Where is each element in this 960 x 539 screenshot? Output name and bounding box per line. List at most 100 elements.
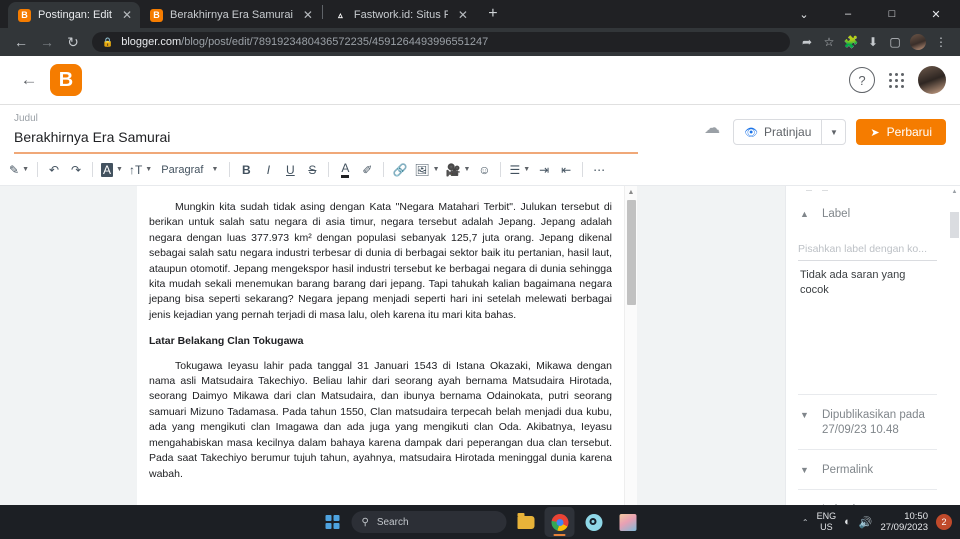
underline-icon[interactable]: U: [279, 158, 301, 182]
post-title-underline: [14, 152, 638, 154]
reload-button[interactable]: ↻: [60, 29, 86, 55]
volume-icon[interactable]: 🔊: [859, 516, 873, 529]
restore-caret-icon[interactable]: ⌄: [782, 0, 826, 28]
tab-title: Postingan: Edit: [38, 9, 112, 21]
post-body-editor[interactable]: Mungkin kita sudah tidak asing dengan Ka…: [137, 186, 637, 505]
new-tab-button[interactable]: +: [480, 1, 506, 27]
close-window-button[interactable]: ✕: [914, 0, 958, 28]
url-path: /blog/post/edit/7891923480436572235/4591…: [181, 36, 489, 48]
window-controls: ⌄ – □ ✕: [782, 0, 960, 28]
search-icon: ⚲: [361, 516, 369, 528]
language-indicator[interactable]: ENG US: [817, 511, 837, 533]
taskbar-clock[interactable]: 10:50 27/09/2023: [880, 511, 928, 533]
font-family-icon[interactable]: A ▼: [98, 158, 126, 182]
sidebar-section-published-on[interactable]: ▼ Dipublikasikan pada 27/09/23 10.48: [798, 395, 937, 449]
forward-button[interactable]: →: [34, 29, 60, 55]
label-input[interactable]: Pisahkan label dengan ko...: [798, 239, 937, 261]
indent-decrease-icon[interactable]: ⇤: [555, 158, 577, 182]
scrollbar-thumb[interactable]: [627, 200, 636, 305]
browser-tab-2[interactable]: ▵ Fastwork.id: Situs Freelance Onlin ✕: [324, 2, 476, 28]
taskbar-app-steam[interactable]: [579, 507, 609, 537]
taskbar-search-input[interactable]: ⚲ Search: [351, 511, 507, 533]
highlight-color-icon[interactable]: ✐: [356, 158, 378, 182]
sidebar-section-permalink[interactable]: ▼ Permalink: [798, 450, 937, 489]
help-icon[interactable]: ?: [849, 67, 875, 93]
omnibox-actions: ➦ ☆ 🧩 ⬇ ▢ ⋮: [796, 31, 952, 53]
tab-close-icon[interactable]: ✕: [456, 8, 470, 22]
tray-overflow-chevron-icon[interactable]: ⌃: [802, 518, 809, 527]
blogger-header: ← B ?: [0, 56, 960, 104]
browser-tab-0[interactable]: B Postingan: Edit ✕: [8, 2, 140, 28]
body-heading-1[interactable]: Latar Belakang Clan Tokugawa: [149, 334, 612, 349]
address-bar[interactable]: 🔒 blogger.com/blog/post/edit/78919234804…: [92, 32, 790, 52]
text-color-icon[interactable]: A: [334, 158, 356, 182]
sidebar-section-location[interactable]: ▼ Lokasi: [798, 490, 937, 505]
scroll-up-arrow-icon[interactable]: ▲: [625, 186, 637, 199]
scrollbar-thumb[interactable]: [950, 212, 959, 238]
preview-split-button[interactable]: 👁 Pratinjau ▼: [733, 119, 847, 145]
indent-increase-icon[interactable]: ⇥: [533, 158, 555, 182]
share-icon[interactable]: ➦: [796, 31, 818, 53]
back-button[interactable]: ←: [8, 29, 34, 55]
strikethrough-icon[interactable]: S: [301, 158, 323, 182]
post-title-label: Judul: [14, 113, 38, 124]
toolbar-separator: [582, 162, 584, 177]
start-icon[interactable]: [318, 507, 348, 537]
extensions-puzzle-icon[interactable]: 🧩: [840, 31, 862, 53]
taskbar-app-google-chrome[interactable]: [544, 507, 575, 537]
bold-icon[interactable]: B: [235, 158, 257, 182]
maximize-button[interactable]: □: [870, 0, 914, 28]
post-body-content[interactable]: Mungkin kita sudah tidak asing dengan Ka…: [137, 186, 624, 505]
tab-close-icon[interactable]: ✕: [301, 8, 315, 22]
body-paragraph-2[interactable]: Tokugawa Ieyasu lahir pada tanggal 31 Ja…: [149, 359, 612, 482]
insert-video-icon[interactable]: 🎥 ▼: [443, 158, 474, 182]
preview-button[interactable]: 👁 Pratinjau: [734, 120, 821, 144]
sidebar-scrollbar[interactable]: ▲ ▼: [949, 186, 960, 505]
label-suggestion-text: Tidak ada saran yang cocok: [800, 269, 906, 296]
notification-badge[interactable]: 2: [936, 514, 952, 530]
post-body-scrollbar[interactable]: ▲ ▼: [624, 186, 637, 505]
sidebar-panel-icon[interactable]: ▢: [884, 31, 906, 53]
taskbar-app-anime[interactable]: [613, 507, 643, 537]
label-section-spacer: [798, 298, 937, 394]
post-title-field[interactable]: Judul Berakhirnya Era Samurai: [14, 113, 701, 154]
cloud-saved-icon: ☁: [704, 120, 721, 137]
insert-image-icon[interactable]: 🖼 ▼: [411, 158, 442, 182]
text-align-icon[interactable]: ☰ ▼: [506, 158, 533, 182]
toolbar-separator: [328, 162, 330, 177]
apps-grid-icon[interactable]: [889, 72, 904, 88]
scroll-up-arrow-icon[interactable]: ▲: [949, 186, 960, 197]
preview-label: Pratinjau: [764, 125, 812, 139]
account-avatar[interactable]: [918, 66, 946, 94]
chrome-menu-icon[interactable]: ⋮: [930, 31, 952, 53]
wifi-icon[interactable]: ◐: [844, 516, 851, 528]
system-tray: ⌃ ENG US ◐ 🔊 10:50 27/09/2023 2: [802, 511, 960, 533]
insert-link-icon[interactable]: 🔗: [389, 158, 411, 182]
post-title-input[interactable]: Berakhirnya Era Samurai: [14, 124, 701, 152]
lock-icon: 🔒: [102, 36, 114, 47]
preview-dropdown-caret-icon[interactable]: ▼: [821, 120, 845, 144]
blogger-back-button[interactable]: ←: [14, 65, 44, 95]
bookmark-star-icon[interactable]: ☆: [818, 31, 840, 53]
sidebar-section-label[interactable]: ▲ Label: [798, 194, 937, 233]
redo-icon[interactable]: ↷: [65, 158, 87, 182]
toolbar-separator: [37, 162, 38, 177]
italic-icon[interactable]: I: [257, 158, 279, 182]
more-options-icon[interactable]: ⋯: [588, 158, 610, 182]
windows-taskbar: ⚲ Search ⌃ ENG US ◐ 🔊 10:50 27/09/2023 2: [0, 505, 960, 539]
downloads-icon[interactable]: ⬇: [862, 31, 884, 53]
insert-emoji-icon[interactable]: ☺: [473, 158, 495, 182]
pen-tool-icon[interactable]: ✎ ▼: [6, 158, 32, 182]
browser-tab-1[interactable]: B Berakhirnya Era Samurai ✕: [140, 2, 321, 28]
undo-icon[interactable]: ↶: [43, 158, 65, 182]
profile-avatar[interactable]: [910, 34, 926, 50]
font-size-icon[interactable]: ↑T ▼: [126, 158, 155, 182]
taskbar-app-file-explorer[interactable]: [511, 507, 541, 537]
body-paragraph-1[interactable]: Mungkin kita sudah tidak asing dengan Ka…: [149, 200, 612, 323]
tab-close-icon[interactable]: ✕: [120, 8, 134, 22]
paragraph-style-dropdown[interactable]: Paragraf ▼: [155, 158, 224, 182]
publish-button[interactable]: ➤ Perbarui: [856, 119, 946, 145]
blogger-logo[interactable]: B: [50, 64, 82, 96]
editor-toolbar: ✎ ▼ ↶ ↷ A ▼ ↑T ▼ Paragraf ▼ B I U S A ✐ 🔗 🖼 ▼: [0, 154, 960, 186]
minimize-button[interactable]: –: [826, 0, 870, 28]
